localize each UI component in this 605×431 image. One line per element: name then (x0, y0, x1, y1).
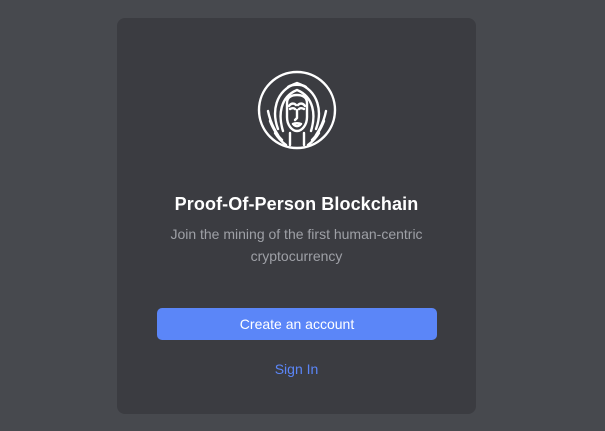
onboarding-card: Proof-Of-Person Blockchain Join the mini… (117, 18, 476, 414)
create-account-button[interactable]: Create an account (157, 308, 437, 340)
face-mask-logo-icon (256, 69, 338, 151)
page-subtitle: Join the mining of the first human-centr… (170, 226, 423, 264)
sign-in-link[interactable]: Sign In (117, 361, 476, 377)
page-title: Proof-Of-Person Blockchain (174, 194, 419, 214)
